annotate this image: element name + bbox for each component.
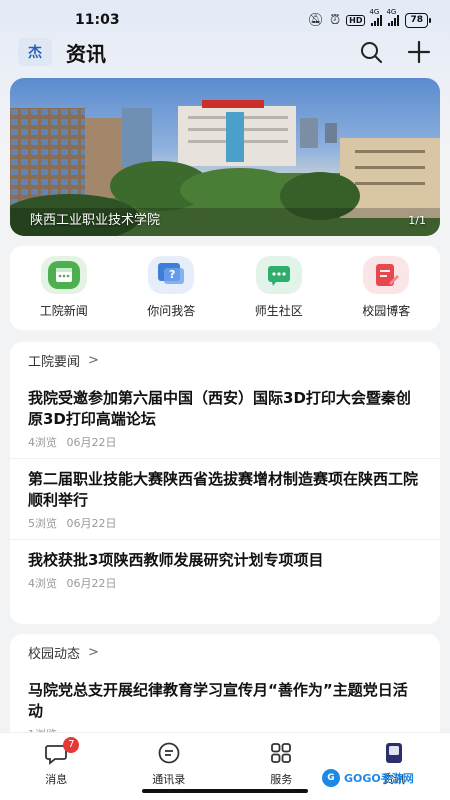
org-logo[interactable]: 杰 — [18, 38, 52, 66]
page-title: 资讯 — [66, 41, 106, 66]
section-title: 校园动态 — [28, 646, 81, 662]
news-views: 4浏览 — [28, 577, 57, 590]
grid-icon — [269, 741, 293, 765]
quick-links: 工院新闻 ? 你问我答 师生社区 校园博客 — [10, 246, 440, 330]
news-meta: 4浏览 06月22日 — [28, 434, 422, 450]
nav-label: 消息 — [45, 773, 68, 786]
hd-badge: HD — [346, 14, 366, 26]
news-meta: 5浏览 06月22日 — [28, 515, 422, 531]
news-meta: 4浏览 06月22日 — [28, 575, 422, 591]
add-button[interactable] — [406, 39, 432, 65]
contacts-icon — [157, 741, 181, 765]
news-item[interactable]: 我院受邀参加第六届中国（西安）国际3D打印大会暨秦创原3D打印高端论坛 4浏览 … — [10, 378, 440, 458]
campus-section-header[interactable]: 校园动态 > — [10, 634, 440, 670]
news-views: 4浏览 — [28, 436, 57, 449]
calendar-icon — [40, 256, 87, 294]
chevron-right-icon: > — [88, 644, 99, 660]
news-section-header[interactable]: 工院要闻 > — [10, 342, 440, 378]
alarm-icon: ⏰︎ — [329, 12, 341, 28]
blog-icon — [363, 256, 410, 294]
signal-icon-1: 4G — [369, 8, 383, 26]
news-section: 工院要闻 > 我院受邀参加第六届中国（西安）国际3D打印大会暨秦创原3D打印高端… — [10, 342, 440, 624]
battery-indicator: 78 — [405, 12, 431, 28]
quick-link-label: 校园博客 — [362, 304, 411, 318]
news-views: 5浏览 — [28, 517, 57, 530]
news-date: 06月22日 — [66, 436, 117, 449]
campus-section: 校园动态 > 马院党总支开展纪律教育学习宣传月“善作为”主题党日活动 1浏览 — [10, 634, 440, 744]
nav-label: 服务 — [270, 773, 293, 786]
unread-badge: 7 — [63, 737, 80, 753]
mute-icon: 🔕︎ — [307, 12, 324, 28]
question-icon: ? — [148, 256, 195, 294]
quick-link-news[interactable]: 工院新闻 — [19, 256, 109, 319]
quick-link-label: 工院新闻 — [39, 304, 88, 318]
banner-page-indicator: 1/1 — [408, 214, 426, 227]
news-title: 第二届职业技能大赛陕西省选拔赛增材制造赛项在陕西工院顺利举行 — [28, 470, 419, 509]
search-button[interactable] — [358, 39, 384, 65]
quick-link-label: 师生社区 — [254, 304, 303, 318]
status-icons: 🔕︎ ⏰︎ HD 4G 4G 78 — [307, 8, 431, 28]
news-title: 我校获批3项陕西教师发展研究计划专项项目 — [28, 551, 324, 569]
plus-icon — [407, 40, 431, 64]
svg-text:?: ? — [169, 268, 175, 281]
watermark: G GOGO手游网 — [322, 764, 442, 792]
news-item[interactable]: 我校获批3项陕西教师发展研究计划专项项目 4浏览 06月22日 — [10, 539, 440, 599]
signal-icon-2: 4G — [386, 8, 400, 26]
banner-caption: 陕西工业职业技术学院 — [30, 213, 161, 228]
quick-link-blog[interactable]: 校园博客 — [341, 256, 431, 319]
news-icon — [382, 741, 406, 765]
news-title: 我院受邀参加第六届中国（西安）国际3D打印大会暨秦创原3D打印高端论坛 — [28, 389, 411, 428]
status-time: 11:03 — [75, 12, 120, 28]
chat-icon — [255, 256, 302, 294]
chevron-right-icon: > — [88, 352, 99, 368]
nav-messages[interactable]: 7 消息 — [11, 737, 101, 800]
app-header: 杰 资讯 — [0, 34, 450, 70]
watermark-logo: G — [322, 769, 340, 787]
search-icon — [361, 42, 382, 63]
home-indicator[interactable] — [142, 789, 308, 793]
quick-link-label: 你问我答 — [147, 304, 196, 318]
news-title: 马院党总支开展纪律教育学习宣传月“善作为”主题党日活动 — [28, 681, 408, 720]
news-date: 06月22日 — [66, 577, 117, 590]
section-title: 工院要闻 — [28, 354, 81, 370]
watermark-text: GOGO手游网 — [344, 772, 414, 785]
news-item[interactable]: 第二届职业技能大赛陕西省选拔赛增材制造赛项在陕西工院顺利举行 5浏览 06月22… — [10, 458, 440, 539]
quick-link-qa[interactable]: ? 你问我答 — [126, 256, 216, 319]
news-date: 06月22日 — [66, 517, 117, 530]
nav-label: 通讯录 — [152, 773, 186, 786]
quick-link-community[interactable]: 师生社区 — [234, 256, 324, 319]
banner-carousel[interactable]: 陕西工业职业技术学院 1/1 — [10, 78, 440, 236]
